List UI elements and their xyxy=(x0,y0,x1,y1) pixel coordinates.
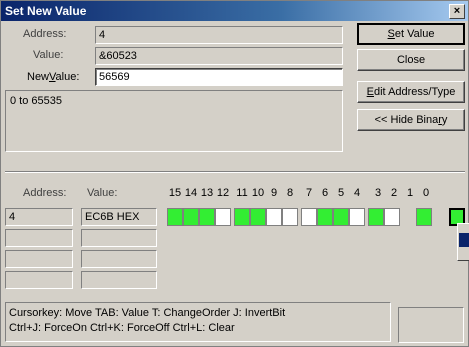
bit-box[interactable] xyxy=(183,208,199,226)
bit-label: 6 xyxy=(321,187,329,199)
bit-box[interactable] xyxy=(349,208,365,226)
bit-box[interactable] xyxy=(215,208,231,226)
set-value-button[interactable]: Set Value xyxy=(357,23,465,45)
row-value-cell[interactable] xyxy=(81,250,157,268)
bit-label: 5 xyxy=(337,187,345,199)
context-popup[interactable] xyxy=(457,223,469,261)
range-info-box: 0 to 65535 xyxy=(5,90,343,152)
bit-label: 13 xyxy=(200,187,214,199)
hint-line-1: Cursorkey: Move TAB: Value T: ChangeOrde… xyxy=(9,307,286,319)
close-icon[interactable]: × xyxy=(449,4,465,19)
row-value-cell[interactable] xyxy=(81,229,157,247)
address-label: Address: xyxy=(23,28,67,40)
binary-address-header: Address: xyxy=(23,187,67,199)
row-address-cell[interactable] xyxy=(5,250,73,268)
window-title: Set New Value xyxy=(5,4,87,18)
bit-box[interactable] xyxy=(416,208,432,226)
hide-binary-button[interactable]: << Hide Binary xyxy=(357,109,465,131)
bit-box[interactable] xyxy=(333,208,349,226)
bit-box[interactable] xyxy=(384,208,400,226)
bit-box[interactable] xyxy=(266,208,282,226)
value-label: Value: xyxy=(33,49,64,61)
row-address-cell[interactable] xyxy=(5,271,73,289)
bit-label: 9 xyxy=(270,187,278,199)
bit-box[interactable] xyxy=(368,208,384,226)
value-field: &60523 xyxy=(95,47,343,65)
row-value-cell[interactable] xyxy=(81,271,157,289)
status-panel xyxy=(398,307,464,343)
popup-highlight xyxy=(459,233,469,247)
row-address-cell[interactable]: 4 xyxy=(5,208,73,226)
bit-box[interactable] xyxy=(167,208,183,226)
bit-label: 11 xyxy=(236,187,248,199)
bit-box[interactable] xyxy=(282,208,298,226)
new-value-input[interactable]: 56569 xyxy=(95,68,343,86)
range-text: 0 to 65535 xyxy=(10,95,62,107)
new-value-label: NewValue: xyxy=(27,71,80,83)
set-new-value-dialog: Set New Value × Address: 4 Value: &60523… xyxy=(0,0,469,347)
separator xyxy=(5,171,465,173)
bit-box[interactable] xyxy=(250,208,266,226)
bit-label: 10 xyxy=(251,187,265,199)
bit-label: 2 xyxy=(390,187,398,199)
hint-line-2: Ctrl+J: ForceOn Ctrl+K: ForceOff Ctrl+L:… xyxy=(9,322,235,334)
edit-address-type-button[interactable]: Edit Address/Type xyxy=(357,81,465,103)
address-field: 4 xyxy=(95,26,343,44)
row-address-cell[interactable] xyxy=(5,229,73,247)
binary-value-header: Value: xyxy=(87,187,118,199)
bit-label: 1 xyxy=(406,187,414,199)
bit-label: 7 xyxy=(305,187,313,199)
title-bar[interactable]: Set New Value × xyxy=(1,1,468,21)
row-value-cell[interactable]: EC6B HEX xyxy=(81,208,157,226)
bit-box[interactable] xyxy=(301,208,317,226)
bit-label: 14 xyxy=(184,187,198,199)
bit-label: 4 xyxy=(353,187,361,199)
bit-box[interactable] xyxy=(317,208,333,226)
bit-label: 12 xyxy=(216,187,230,199)
close-button[interactable]: Close xyxy=(357,49,465,71)
bit-label: 3 xyxy=(374,187,382,199)
bit-box[interactable] xyxy=(234,208,250,226)
bit-box[interactable] xyxy=(199,208,215,226)
bit-label: 8 xyxy=(286,187,294,199)
bit-label: 0 xyxy=(422,187,430,199)
bit-label: 15 xyxy=(168,187,182,199)
hint-box: Cursorkey: Move TAB: Value T: ChangeOrde… xyxy=(5,302,391,342)
